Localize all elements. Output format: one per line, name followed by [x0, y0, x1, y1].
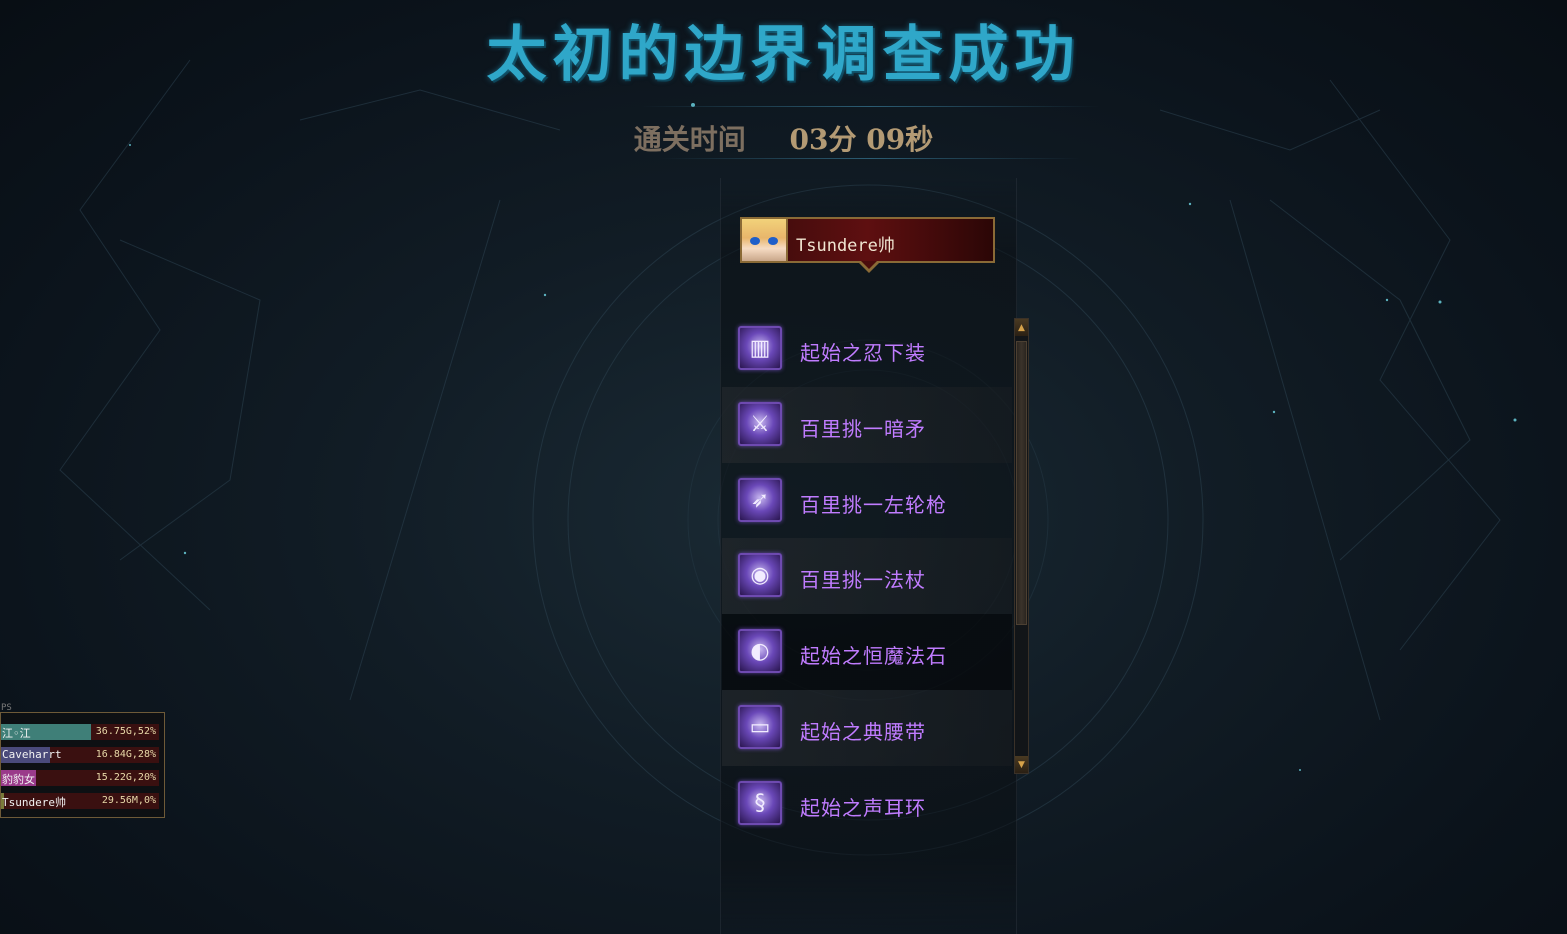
loot-item[interactable]: ◉ 百里挑一法杖 — [722, 538, 1012, 614]
dps-value: 36.75G,52% — [95, 726, 156, 737]
earring-icon: § — [738, 781, 782, 825]
loot-item[interactable]: ⚔ 百里挑一暗矛 — [722, 387, 1012, 463]
belt-icon: ▭ — [738, 705, 782, 749]
dps-value: 29.56M,0% — [101, 795, 156, 806]
dps-row: 江◦江 36.75G,52% — [1, 724, 159, 740]
dps-player-name: Caveharrt — [2, 748, 62, 761]
staff-icon: ◉ — [738, 553, 782, 597]
magic-stone-icon: ◐ — [738, 629, 782, 673]
item-name: 起始之恒魔法石 — [800, 644, 947, 668]
player-tag: Tsundere帅 — [740, 217, 995, 273]
page-title: 太初的边界调查成功 — [486, 20, 1081, 90]
player-name: Tsundere帅 — [796, 236, 895, 256]
clear-time-label: 通关时间 — [633, 123, 746, 156]
revolver-icon: ➶ — [738, 478, 782, 522]
loot-item[interactable]: ▭ 起始之典腰带 — [722, 690, 1012, 766]
dps-player-name: 江◦江 — [2, 727, 31, 740]
scroll-up-button[interactable]: ▲ — [1015, 319, 1028, 336]
dps-value: 15.22G,20% — [95, 772, 156, 783]
title-divider — [640, 106, 1100, 107]
clear-time: 通关时间 03分 09秒 — [0, 118, 1567, 158]
dps-meter-title: PS — [1, 703, 12, 713]
dps-player-name: 豹豹女 — [2, 773, 35, 786]
item-name: 百里挑一左轮枪 — [800, 493, 947, 517]
item-name: 起始之声耳环 — [800, 796, 926, 820]
dps-row: Tsundere帅 29.56M,0% — [1, 793, 159, 809]
spear-icon: ⚔ — [738, 402, 782, 446]
item-name: 起始之典腰带 — [800, 720, 926, 744]
scroll-down-button[interactable]: ▼ — [1015, 756, 1028, 773]
dps-player-name: Tsundere帅 — [2, 796, 66, 809]
dps-value: 16.84G,28% — [95, 749, 156, 760]
scroll-thumb[interactable] — [1016, 341, 1027, 625]
item-name: 百里挑一法杖 — [800, 568, 926, 592]
clear-time-value: 03分 09秒 — [789, 123, 934, 156]
player-avatar — [742, 219, 788, 261]
dps-row: Caveharrt 16.84G,28% — [1, 747, 159, 763]
loot-item[interactable]: § 起始之声耳环 — [722, 766, 1012, 842]
loot-item[interactable]: ➶ 百里挑一左轮枪 — [722, 463, 1012, 539]
loot-item[interactable]: ▥ 起始之忍下装 — [722, 311, 1012, 387]
item-name: 起始之忍下装 — [800, 341, 926, 365]
time-divider — [660, 158, 1080, 159]
dps-row: 豹豹女 15.22G,20% — [1, 770, 159, 786]
item-name: 百里挑一暗矛 — [800, 417, 926, 441]
dps-meter: PS 江◦江 36.75G,52% Caveharrt 16.84G,28% 豹… — [0, 703, 165, 818]
loot-item[interactable]: ◐ 起始之恒魔法石 — [722, 614, 1012, 690]
loot-scrollbar[interactable]: ▲ ▼ — [1014, 318, 1029, 774]
pants-icon: ▥ — [738, 326, 782, 370]
